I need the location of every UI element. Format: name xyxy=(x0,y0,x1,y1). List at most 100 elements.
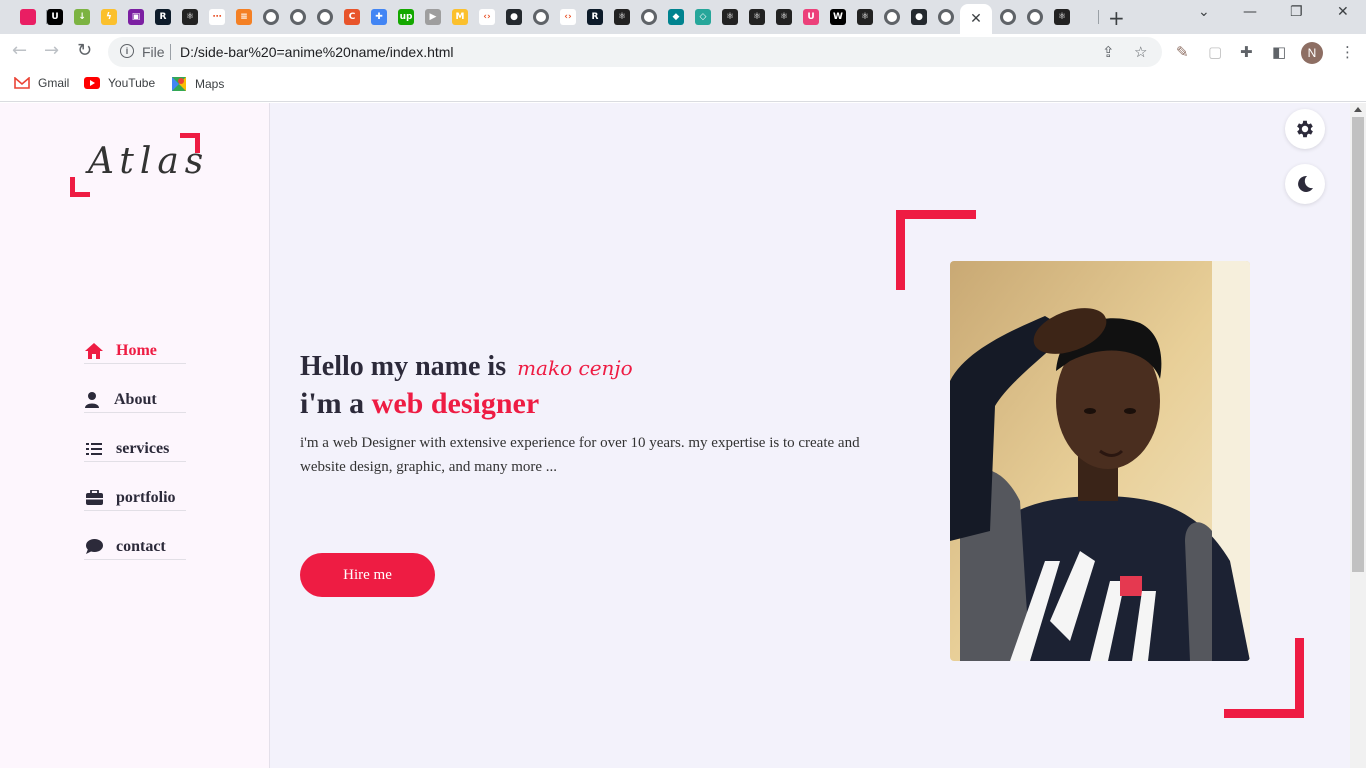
u-icon: U xyxy=(803,9,819,25)
menu-kebab-icon[interactable]: ⋮ xyxy=(1340,43,1355,61)
unicorn-icon: U xyxy=(47,9,63,25)
eyedropper-extension-icon[interactable]: ✎ xyxy=(1176,43,1189,61)
browser-tab[interactable]: ● xyxy=(258,4,284,30)
bookmark-maps[interactable]: Maps xyxy=(171,76,224,92)
bookmark-star-icon[interactable]: ☆ xyxy=(1134,43,1147,61)
browser-tab[interactable]: ⚛ xyxy=(744,4,770,30)
github-icon: ● xyxy=(506,9,522,25)
browser-tab[interactable]: ⚛ xyxy=(1049,4,1075,30)
hire-me-button[interactable]: Hire me xyxy=(300,553,435,597)
browser-tab[interactable]: ● xyxy=(285,4,311,30)
address-bar[interactable]: i File D:/side-bar%20=anime%20name/index… xyxy=(108,37,1162,67)
close-tab-icon[interactable]: ✕ xyxy=(970,11,982,27)
nav-item-portfolio[interactable]: portfolio xyxy=(84,485,186,511)
browser-tab[interactable]: ⚛ xyxy=(771,4,797,30)
browser-tab[interactable]: ↓ xyxy=(69,4,95,30)
wk-icon: W xyxy=(830,9,846,25)
restore-icon[interactable]: ❐ xyxy=(1290,4,1303,20)
browser-tab[interactable]: ◇ xyxy=(690,4,716,30)
browser-tab[interactable]: ⚛ xyxy=(852,4,878,30)
browser-tab[interactable]: ⚛ xyxy=(717,4,743,30)
browser-tab[interactable]: R xyxy=(150,4,176,30)
minimize-icon[interactable]: — xyxy=(1243,4,1257,20)
browser-tab[interactable]: ‹› xyxy=(474,4,500,30)
scroll-up-arrow[interactable] xyxy=(1354,107,1362,112)
browser-tab[interactable]: ▶ xyxy=(420,4,446,30)
browser-tab[interactable]: ▣ xyxy=(123,4,149,30)
browser-tab[interactable]: ⚛ xyxy=(177,4,203,30)
browser-toolbar: ← → ↻ i File D:/side-bar%20=anime%20name… xyxy=(0,34,1366,70)
hero-name: mako cenjo xyxy=(517,356,633,380)
hero-section: Hello my name is mako cenjo i'm a web de… xyxy=(300,351,900,479)
globe-icon: ● xyxy=(641,9,657,25)
nav-item-about[interactable]: About xyxy=(84,387,186,413)
react-icon: ⚛ xyxy=(614,9,630,25)
maps-icon xyxy=(172,77,186,91)
bookmark-gmail[interactable]: Gmail xyxy=(14,76,69,90)
react-icon: ⚛ xyxy=(857,9,873,25)
browser-tab[interactable]: R xyxy=(582,4,608,30)
site-info-icon[interactable]: i xyxy=(120,44,134,58)
nav-item-home[interactable]: Home xyxy=(84,338,186,364)
browser-tab[interactable]: ϟ xyxy=(96,4,122,30)
nav-label: Home xyxy=(116,341,157,359)
globe-icon: ● xyxy=(533,9,549,25)
browser-tab[interactable]: ‹› xyxy=(555,4,581,30)
browser-tab[interactable] xyxy=(15,4,41,30)
settings-button[interactable] xyxy=(1285,109,1325,149)
browser-tab[interactable]: ✚ xyxy=(366,4,392,30)
profile-avatar[interactable]: N xyxy=(1301,42,1323,64)
browser-tab[interactable]: ⚛ xyxy=(609,4,635,30)
nav-item-contact[interactable]: contact xyxy=(84,534,186,560)
browser-tab[interactable]: ● xyxy=(933,4,959,30)
nav-item-services[interactable]: services xyxy=(84,436,186,462)
browser-tab[interactable]: ⋯ xyxy=(204,4,230,30)
browser-tab[interactable]: up xyxy=(393,4,419,30)
browser-tab[interactable]: C xyxy=(339,4,365,30)
bookmark-youtube[interactable]: YouTube xyxy=(84,76,155,90)
back-button[interactable]: ← xyxy=(12,40,27,61)
tab-search-icon[interactable]: ⌄ xyxy=(1198,4,1210,20)
role-prefix: i'm a xyxy=(300,387,365,420)
bookmark-label: YouTube xyxy=(108,76,156,90)
active-browser-tab[interactable]: ✕ xyxy=(960,4,992,34)
browser-tab[interactable]: W xyxy=(825,4,851,30)
reload-button[interactable]: ↻ xyxy=(77,40,92,61)
video-icon: ▶ xyxy=(425,9,441,25)
dark-mode-toggle[interactable] xyxy=(1285,164,1325,204)
github-icon: ● xyxy=(911,9,927,25)
dots-icon: ⋯ xyxy=(209,9,225,25)
browser-tab[interactable]: ● xyxy=(879,4,905,30)
close-window-icon[interactable]: ✕ xyxy=(1337,4,1349,20)
forward-button[interactable]: → xyxy=(44,40,59,61)
hero-greeting: Hello my name is mako cenjo xyxy=(300,351,900,383)
extension-placeholder-icon[interactable]: ▢ xyxy=(1208,43,1222,61)
new-tab-button[interactable]: + xyxy=(1108,6,1125,30)
scroll-thumb[interactable] xyxy=(1352,117,1364,572)
globe-icon: ● xyxy=(938,9,954,25)
gmail-icon xyxy=(14,77,30,89)
share-icon[interactable]: ⇪ xyxy=(1102,43,1115,61)
browser-tab[interactable]: ● xyxy=(501,4,527,30)
profile-photo xyxy=(950,261,1250,661)
sidebar: Atlas Home About services portfolio cont… xyxy=(0,103,270,768)
url-text[interactable]: D:/side-bar%20=anime%20name/index.html xyxy=(180,44,454,60)
side-panel-icon[interactable]: ◧ xyxy=(1272,43,1286,61)
browser-tab[interactable]: ● xyxy=(1022,4,1048,30)
browser-tab[interactable]: ● xyxy=(528,4,554,30)
browser-tab[interactable]: ≡ xyxy=(231,4,257,30)
browser-tab[interactable]: ● xyxy=(906,4,932,30)
page-scrollbar[interactable] xyxy=(1350,103,1366,768)
browser-tab[interactable]: U xyxy=(798,4,824,30)
puzzle-icon: ✚ xyxy=(371,9,387,25)
browser-tab[interactable]: M xyxy=(447,4,473,30)
browser-tab[interactable]: ● xyxy=(636,4,662,30)
browser-tab[interactable]: ● xyxy=(995,4,1021,30)
hero-role: i'm a web designer xyxy=(300,387,900,421)
nav-label: services xyxy=(116,439,170,457)
extensions-puzzle-icon[interactable]: ✚ xyxy=(1240,43,1253,61)
logo[interactable]: Atlas xyxy=(70,133,203,197)
mb-icon: M xyxy=(452,9,468,25)
browser-tab[interactable]: ● xyxy=(312,4,338,30)
browser-tab[interactable]: ◆ xyxy=(663,4,689,30)
